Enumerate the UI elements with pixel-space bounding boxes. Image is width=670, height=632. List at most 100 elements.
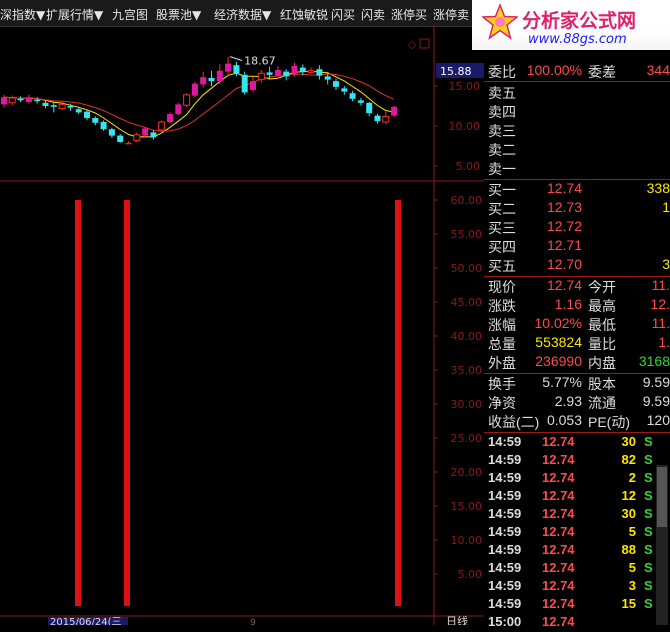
toolbar-flash-sell[interactable]: 闪卖 (361, 6, 385, 23)
chart-grid (0, 26, 484, 625)
tick-scrollbar[interactable] (656, 465, 668, 625)
main-y-tick-label: 15.00 (449, 80, 481, 93)
tick-side: S (644, 506, 653, 521)
tick-side: S (644, 578, 653, 593)
indicator-bar (395, 200, 401, 606)
tick-price: 12.74 (542, 434, 575, 449)
axis-marker: 9 (250, 618, 256, 625)
sell-level-label: 卖五 (488, 85, 516, 101)
tick-price: 12.74 (542, 560, 575, 575)
sell-level-row[interactable]: 卖二 (484, 140, 670, 159)
tick-time: 14:59 (488, 506, 522, 521)
buy-level-price: 12.70 (546, 256, 582, 272)
stats-row: 收益(二) 0.053 PE(动) 120 (484, 412, 670, 431)
candle-body (349, 93, 356, 99)
tick-volume: 5 (628, 524, 636, 539)
candle-body (366, 102, 373, 114)
candle-body (150, 132, 157, 138)
quote-label-2: 今开 (588, 279, 616, 295)
tick-volume: 2 (628, 470, 636, 485)
logo-name: 分析家公式网 (522, 10, 637, 32)
quote-value: 12.74 (546, 277, 582, 293)
sell-level-row[interactable]: 卖三 (484, 121, 670, 140)
candle-body (307, 70, 315, 73)
candle-body (225, 63, 232, 72)
candle-body (291, 66, 298, 74)
candle-body (208, 78, 215, 82)
current-price-tag-label: 15.88 (440, 65, 472, 78)
buy-level-row[interactable]: 买五 12.70 3 (484, 256, 670, 275)
weicha-value: 344 (646, 62, 670, 78)
sub-y-tick-label: 5.00 (458, 568, 483, 581)
sell-level-row[interactable]: 卖一 (484, 159, 670, 178)
tick-time: 14:59 (488, 596, 522, 611)
high-marker-line (229, 56, 243, 62)
tick-side: S (644, 452, 653, 467)
sub-y-tick-label: 45.00 (451, 296, 483, 309)
candle-body (175, 104, 182, 114)
tick-side: S (644, 470, 653, 485)
buy-level-row[interactable]: 买三 12.72 (484, 218, 670, 237)
tick-row: 14:59 12.74 30 S (484, 434, 670, 452)
quote-value-2: 1. (658, 334, 670, 350)
quote-label: 涨幅 (488, 317, 516, 333)
buy-level-volume: 338 (646, 180, 670, 196)
candle-body (257, 72, 265, 81)
candle-body (191, 83, 198, 96)
tick-volume: 12 (621, 488, 636, 503)
candle-body (100, 122, 107, 130)
sell-level-row[interactable]: 卖五 (484, 83, 670, 102)
quote-label-2: 最高 (588, 298, 616, 314)
sub-y-tick-label: 30.00 (451, 398, 483, 411)
buy-level-row[interactable]: 买一 12.74 338 (484, 180, 670, 199)
toolbar-limit-up-sell[interactable]: 涨停卖 (433, 6, 469, 23)
toolbar-flash-buy[interactable]: 闪买 (331, 6, 355, 23)
quote-row: 涨跌 1.16 最高 12. (484, 296, 670, 315)
toolbar-extended-quotes[interactable]: 扩展行情▼ (46, 6, 103, 23)
buy-level-label: 买一 (488, 182, 516, 198)
tick-price: 12.74 (542, 524, 575, 539)
candle-body (316, 69, 323, 76)
candle-body (158, 121, 166, 131)
tick-time: 14:59 (488, 524, 522, 539)
tick-time: 14:59 (488, 470, 522, 485)
candle-body (67, 106, 74, 108)
tick-time: 15:00 (488, 614, 522, 629)
toolbar-index-menu[interactable]: 深指数▼ (0, 6, 45, 23)
toolbar-economic-data[interactable]: 经济数据▼ (214, 6, 271, 23)
candle-body (250, 81, 256, 90)
buy-level-price: 12.72 (546, 218, 582, 234)
candle-body (34, 99, 41, 102)
toolbar-candle[interactable]: 红蚀敏锐 (280, 6, 328, 23)
buy-level-price: 12.74 (546, 180, 582, 196)
quote-value-2: 12. (650, 296, 670, 312)
candle-body (324, 76, 331, 80)
quote-label-2: 内盘 (588, 355, 616, 371)
buy-level-price: 12.73 (546, 199, 582, 215)
candle-body (233, 65, 240, 74)
scrollbar-thumb[interactable] (657, 467, 667, 527)
buy-level-row[interactable]: 买二 12.73 1 (484, 199, 670, 218)
tick-price: 12.74 (542, 470, 575, 485)
quote-label-2: 最低 (588, 317, 616, 333)
stats-row: 净资 2.93 流通 9.59 (484, 393, 670, 412)
box-icon (419, 38, 430, 49)
quote-panel: 委比 100.00% 委差 344 卖五 卖四 卖三 卖二 卖一 买一 12.74 338 买二 12.7… (484, 60, 670, 629)
quote-value: 553824 (535, 334, 582, 350)
toolbar-stock-pool[interactable]: 股票池▼ (156, 6, 201, 23)
stats-label: 收益(二) (488, 414, 540, 430)
sell-level-row[interactable]: 卖四 (484, 102, 670, 121)
indicator-bar (75, 200, 81, 606)
toolbar-limit-up-buy[interactable]: 涨停买 (391, 6, 427, 23)
toolbar-nine-grid[interactable]: 九宫图 (112, 6, 148, 23)
tick-side: S (644, 488, 653, 503)
tick-time: 14:59 (488, 488, 522, 503)
chart-area[interactable]: 15.00 10.00 5.00 15.88 ◇ 18.67 60.00 55.00 50.00… (0, 26, 484, 625)
buy-level-row[interactable]: 买四 12.71 (484, 237, 670, 256)
sell-level-label: 卖一 (488, 161, 516, 177)
candle-body (133, 134, 141, 141)
tick-time: 14:59 (488, 560, 522, 575)
logo-url[interactable]: www.88gs.com (528, 32, 627, 47)
stats-value: 2.93 (554, 393, 582, 409)
sub-y-tick-label: 55.00 (451, 228, 483, 241)
